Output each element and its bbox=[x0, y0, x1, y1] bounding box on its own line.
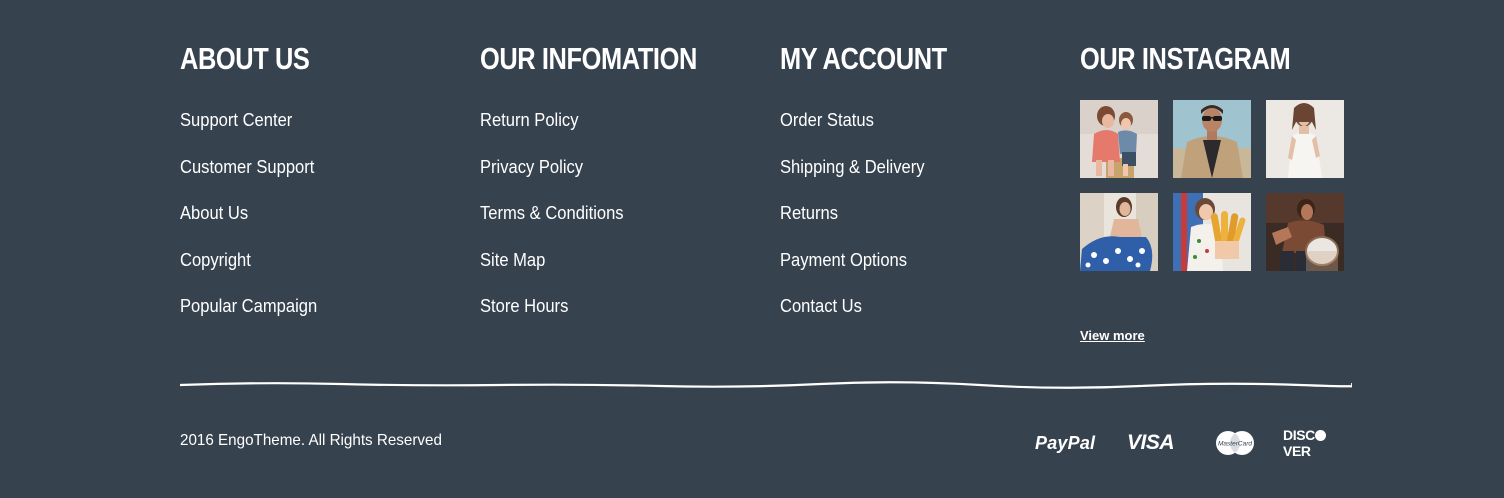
paypal-icon: PayPal bbox=[1035, 428, 1095, 458]
link-site-map[interactable]: Site Map bbox=[480, 250, 545, 271]
footer-column-about-us: ABOUT US Support Center Customer Support… bbox=[180, 40, 440, 316]
instagram-heading: OUR INSTAGRAM bbox=[1080, 41, 1291, 76]
discover-icon: DISCVER bbox=[1283, 427, 1352, 459]
copyright-text: 2016 EngoTheme. All Rights Reserved bbox=[180, 432, 442, 449]
instagram-photo-man-with-drum[interactable] bbox=[1266, 193, 1344, 271]
instagram-photo-woman-in-blue-dress[interactable] bbox=[1080, 193, 1158, 271]
my-account-links: Order Status Shipping & Delivery Returns… bbox=[780, 110, 937, 343]
instagram-photo-man-in-sunglasses[interactable] bbox=[1173, 100, 1251, 178]
footer-divider bbox=[180, 381, 1352, 389]
link-popular-campaign[interactable]: Popular Campaign bbox=[180, 296, 317, 317]
link-payment-options[interactable]: Payment Options bbox=[780, 250, 907, 271]
footer-column-instagram: OUR INSTAGRAM View more bbox=[1080, 40, 1352, 343]
link-support-center[interactable]: Support Center bbox=[180, 110, 292, 131]
footer-column-our-information: OUR INFOMATION Return Policy Privacy Pol… bbox=[480, 40, 740, 316]
link-customer-support[interactable]: Customer Support bbox=[180, 157, 314, 178]
instagram-photo-boy-with-bread[interactable] bbox=[1173, 193, 1251, 271]
instagram-photo-girl-kissing-boy[interactable] bbox=[1080, 100, 1158, 178]
paypal-logo-text: PayPal bbox=[1035, 432, 1096, 453]
about-us-links: Support Center Customer Support About Us… bbox=[180, 110, 329, 343]
our-information-heading: OUR INFOMATION bbox=[480, 41, 697, 76]
link-terms-conditions[interactable]: Terms & Conditions bbox=[480, 203, 624, 224]
instagram-photo-woman-in-white[interactable] bbox=[1266, 100, 1344, 178]
visa-icon: VISA bbox=[1127, 428, 1175, 458]
about-us-heading: ABOUT US bbox=[180, 41, 310, 76]
link-returns[interactable]: Returns bbox=[780, 203, 838, 224]
payment-methods: PayPal VISA MasterCard DISCVER bbox=[1030, 427, 1352, 459]
link-return-policy[interactable]: Return Policy bbox=[480, 110, 578, 131]
link-copyright[interactable]: Copyright bbox=[180, 250, 251, 271]
mastercard-logo-text: MasterCard bbox=[1218, 441, 1252, 448]
visa-logo-text: VISA bbox=[1127, 431, 1175, 454]
link-contact-us[interactable]: Contact Us bbox=[780, 296, 862, 317]
link-about-us[interactable]: About Us bbox=[180, 203, 248, 224]
discover-dot-icon bbox=[1315, 430, 1327, 441]
link-shipping-delivery[interactable]: Shipping & Delivery bbox=[780, 157, 925, 178]
our-information-links: Return Policy Privacy Policy Terms & Con… bbox=[480, 110, 636, 343]
my-account-heading: MY ACCOUNT bbox=[780, 41, 947, 76]
discover-logo-text: DISCVER bbox=[1283, 427, 1352, 459]
link-privacy-policy[interactable]: Privacy Policy bbox=[480, 157, 583, 178]
link-order-status[interactable]: Order Status bbox=[780, 110, 874, 131]
instagram-view-more-link[interactable]: View more bbox=[1080, 328, 1145, 343]
mastercard-icon: MasterCard bbox=[1215, 428, 1255, 458]
footer-column-my-account: MY ACCOUNT Order Status Shipping & Deliv… bbox=[780, 40, 1040, 316]
link-store-hours[interactable]: Store Hours bbox=[480, 296, 568, 317]
